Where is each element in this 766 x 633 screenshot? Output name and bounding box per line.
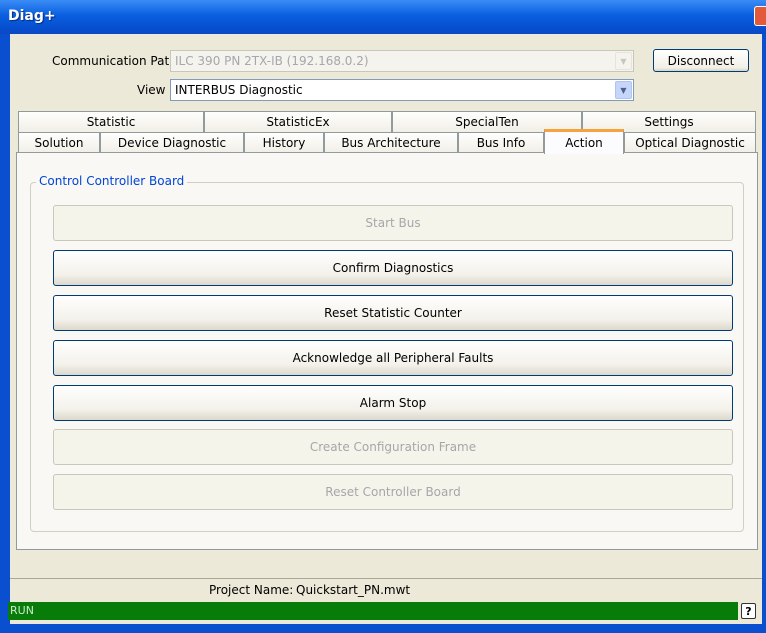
tab-bus-architecture[interactable]: Bus Architecture [324, 132, 458, 153]
confirm-diagnostics-button[interactable]: Confirm Diagnostics [53, 250, 733, 286]
tab-optical-diagnostic[interactable]: Optical Diagnostic [624, 132, 756, 153]
project-name-value: Quickstart_PN.mwt [296, 583, 411, 597]
start-bus-button[interactable]: Start Bus [53, 205, 733, 241]
view-select[interactable]: INTERBUS Diagnostic ▼ [170, 79, 634, 101]
project-bar: Project Name: Quickstart_PN.mwt [10, 578, 762, 600]
title-bar[interactable]: Diag+ [0, 0, 766, 34]
close-button[interactable] [754, 6, 766, 26]
chevron-down-icon[interactable]: ▼ [615, 81, 632, 99]
communication-path-label: Communication Path [52, 54, 177, 68]
alarm-stop-button[interactable]: Alarm Stop [53, 385, 733, 421]
view-label: View [137, 83, 166, 97]
tab-bus-info[interactable]: Bus Info [458, 132, 544, 153]
acknowledge-all-peripheral-faults-button[interactable]: Acknowledge all Peripheral Faults [53, 340, 733, 376]
tab-device-diagnostic[interactable]: Device Diagnostic [100, 132, 244, 153]
reset-controller-board-button[interactable]: Reset Controller Board [53, 474, 733, 510]
communication-path-combo: ILC 390 PN 2TX-IB (192.168.0.2) ▼ [170, 50, 634, 72]
disconnect-button[interactable]: Disconnect [653, 49, 749, 72]
create-configuration-frame-button[interactable]: Create Configuration Frame [53, 429, 733, 465]
chevron-down-icon: ▼ [615, 52, 632, 70]
tab-history[interactable]: History [244, 132, 324, 153]
help-icon[interactable]: ? [741, 603, 756, 619]
reset-statistic-counter-button[interactable]: Reset Statistic Counter [53, 295, 733, 331]
view-value: INTERBUS Diagnostic [175, 83, 303, 97]
tab-action[interactable]: Action [544, 129, 624, 154]
status-bar: RUN [8, 602, 738, 620]
window-title: Diag+ [8, 8, 56, 24]
status-text: RUN [10, 604, 34, 617]
communication-path-value: ILC 390 PN 2TX-IB (192.168.0.2) [175, 54, 369, 68]
tab-statistic[interactable]: Statistic [18, 111, 204, 132]
tab-statisticex[interactable]: StatisticEx [204, 111, 392, 132]
group-title: Control Controller Board [36, 174, 188, 188]
tab-solution[interactable]: Solution [18, 132, 100, 153]
project-name-label: Project Name: [209, 583, 294, 597]
